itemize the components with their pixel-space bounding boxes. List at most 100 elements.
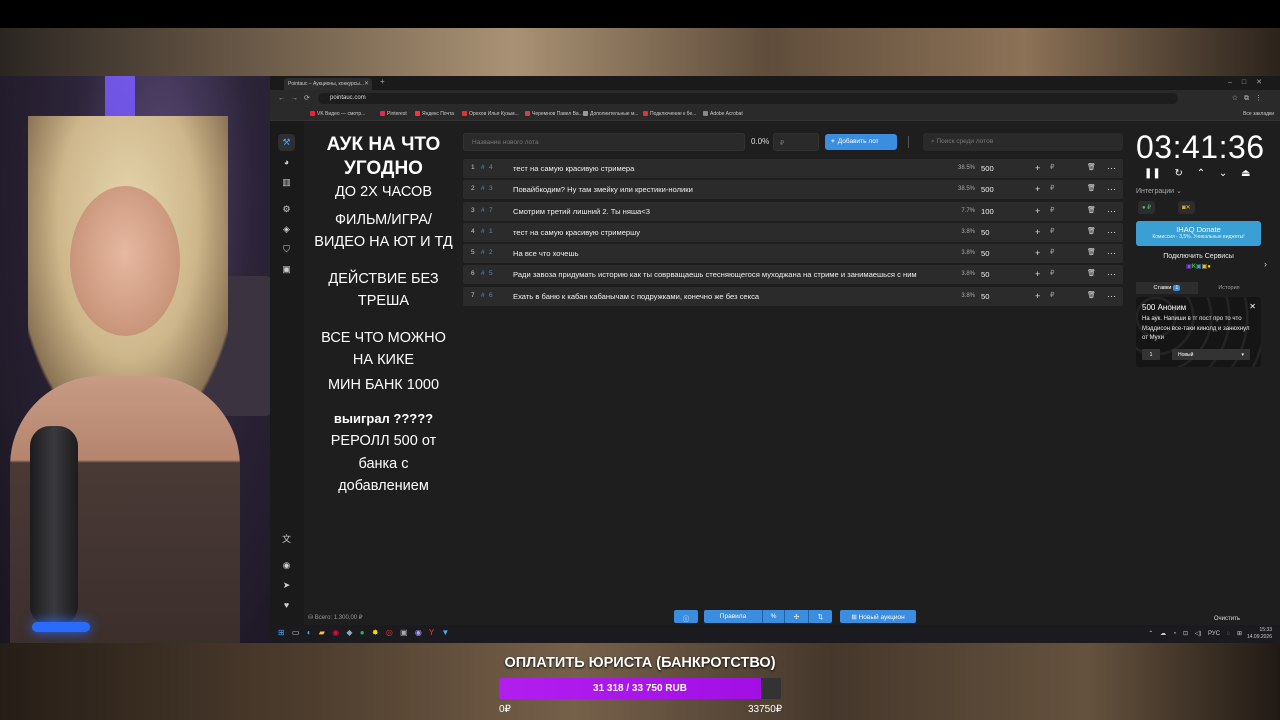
twitch-icon[interactable]: ◙✕ [1178, 201, 1195, 214]
hammer-icon[interactable]: ⚒ [278, 134, 295, 151]
lot-name[interactable]: Смотрим третий лишний 2. Ты няша<3 [513, 207, 949, 216]
new-auction-button[interactable]: ⊞ Новый аукцион [840, 610, 916, 623]
taskbar-apps[interactable]: ⊞ ▭ ◐ ▰ ◉ ◆ ● ✸ ◎ ▣ ◉ Y ▼ [278, 628, 449, 637]
more-icon[interactable]: ⋯ [1107, 227, 1116, 237]
lot-sum[interactable]: 50 [981, 292, 1011, 301]
bookmark-5[interactable]: Черемнов Павел Ва... [525, 111, 583, 117]
tab-history[interactable]: История [1198, 282, 1260, 294]
new-lot-amount[interactable]: ₽ [773, 133, 819, 151]
ruble-icon[interactable]: ₽ [1050, 248, 1054, 258]
trash-icon[interactable]: 🗑 [1087, 184, 1096, 194]
percent-icon[interactable]: % [762, 610, 784, 623]
trash-icon[interactable]: 🗑 [1087, 291, 1096, 301]
stats-icon[interactable]: ▥ [278, 174, 295, 191]
bet-qty-field[interactable]: 1 [1142, 349, 1160, 360]
nav-arrows-icon[interactable]: ←→⟳ [278, 94, 316, 102]
bookmark-1[interactable]: VK Видео — смотр... [310, 111, 365, 117]
donate-subtitle: Комиссия - 3,5%. Уникальные виджеты! [1152, 234, 1245, 240]
more-icon[interactable]: ⋯ [1107, 291, 1116, 301]
close-icon[interactable]: ✕ [364, 80, 369, 87]
lot-row[interactable]: 5 # 2 На все что хочешь 3.8% 50 + ₽ 🗑 ⋯ [463, 244, 1123, 264]
more-icon[interactable]: ⋯ [1107, 184, 1116, 194]
tab-bets[interactable]: Ставки 1 [1136, 282, 1198, 294]
more-icon[interactable]: ⋯ [1107, 206, 1116, 216]
trash-icon[interactable]: 🗑 [1087, 227, 1096, 237]
lot-sum[interactable]: 500 [981, 164, 1011, 173]
lot-row[interactable]: 7 # 6 Ехать в баню к кабан кабанычам с под… [463, 286, 1123, 306]
bookmark-2[interactable]: Pinterest [380, 111, 407, 117]
info-button[interactable]: ⓘ [674, 610, 698, 623]
bet-target-select[interactable]: Новый ▾ [1172, 349, 1250, 360]
clear-button[interactable]: Очистить [1214, 616, 1240, 622]
gear-icon[interactable]: ⚙ [278, 201, 295, 218]
bookmark-7[interactable]: Подключение к бе... [643, 111, 696, 117]
plus-icon[interactable]: + [1035, 269, 1040, 279]
browser-tab[interactable]: Pointauc – Аукционы, конкурсы... ✕ [284, 78, 372, 90]
lot-sum[interactable]: 100 [981, 207, 1011, 216]
new-tab-icon[interactable]: + [380, 77, 385, 86]
lot-name[interactable]: тест на самую красивую стримершу [513, 228, 949, 237]
add-lot-button[interactable]: + Добавить лот [825, 134, 897, 150]
new-lot-input[interactable]: Название нового лота [463, 133, 745, 151]
ruble-icon[interactable]: ₽ [1050, 227, 1054, 237]
bookmark-6[interactable]: Дополнительные м... [583, 111, 639, 117]
plus-icon[interactable]: + [1035, 291, 1040, 301]
ruble-icon[interactable]: ₽ [1050, 163, 1054, 173]
lot-row[interactable]: 2 # 3 Повайбкодим? Ну там змейку или крест… [463, 180, 1123, 200]
plus-icon[interactable]: + [1035, 206, 1040, 216]
lot-name[interactable]: Ехать в баню к кабан кабанычам с подружк… [513, 292, 949, 301]
telegram-icon[interactable]: ➤ [278, 577, 295, 594]
shield-icon[interactable]: ⛉ [278, 241, 295, 258]
plus-icon[interactable]: + [1035, 227, 1040, 237]
bookmark-3[interactable]: Яндекс Почта [415, 111, 454, 117]
lot-row[interactable]: 4 # 1 тест на самую красивую стримершу 3.8%… [463, 222, 1123, 242]
ruble-icon[interactable]: ₽ [1050, 184, 1054, 194]
lot-name[interactable]: тест на самую красивую стримера [513, 164, 949, 173]
connect-services[interactable]: Подключить Сервисы ▣K▣▣● › [1136, 253, 1267, 275]
all-bookmarks[interactable]: Все закладки [1243, 111, 1274, 117]
integrations-toggle[interactable]: Интеграции ⌄ [1136, 187, 1182, 195]
plus-icon[interactable]: + [1035, 184, 1040, 194]
ruble-icon[interactable]: ₽ [1050, 291, 1054, 301]
lot-name[interactable]: Ради завоза придумать историю как ты сов… [513, 270, 949, 279]
window-controls[interactable]: –□✕ [1228, 78, 1272, 86]
sort-icon[interactable]: ⇅ [808, 610, 832, 623]
trash-icon[interactable]: 🗑 [1087, 269, 1096, 279]
trash-icon[interactable]: 🗑 [1087, 248, 1096, 258]
bookmark-8[interactable]: Adobe Acrobat [703, 111, 743, 117]
more-icon[interactable]: ⋯ [1107, 269, 1116, 279]
url-field[interactable]: pointauc.com [318, 93, 1178, 104]
gallery-icon[interactable]: ▣ [278, 261, 295, 278]
close-icon[interactable]: ✕ [1249, 302, 1256, 311]
lot-row[interactable]: 3 # 7 Смотрим третий лишний 2. Ты няша<3 7.… [463, 201, 1123, 221]
lot-sum[interactable]: 50 [981, 270, 1011, 279]
donationalerts-icon[interactable]: ● ₽ [1138, 201, 1156, 214]
trash-icon[interactable]: 🗑 [1087, 163, 1096, 173]
extensions-icon[interactable]: ☆⧉⋮ [1232, 94, 1268, 103]
more-icon[interactable]: ⋯ [1107, 248, 1116, 258]
lot-search-input[interactable]: ⌕ Поиск среди лотов [923, 133, 1123, 151]
lot-name[interactable]: На все что хочешь [513, 249, 949, 258]
lot-row[interactable]: 6 # 5 Ради завоза придумать историю как ты… [463, 265, 1123, 285]
lot-sum[interactable]: 500 [981, 185, 1011, 194]
ihaq-donate-banner[interactable]: IHAQ Donate Комиссия - 3,5%. Уникальные … [1136, 221, 1261, 246]
trash-icon[interactable]: 🗑 [1087, 206, 1096, 216]
shuffle-icon[interactable]: ✣ [784, 610, 808, 623]
lot-sum[interactable]: 50 [981, 228, 1011, 237]
timer-controls[interactable]: ❚❚ ↻ ⌃ ⌄ ⏏ [1144, 168, 1250, 179]
github-icon[interactable]: ◉ [278, 557, 295, 574]
more-icon[interactable]: ⋯ [1107, 163, 1116, 173]
lot-row[interactable]: 1 # 4 тест на самую красивую стримера 38.5%… [463, 159, 1123, 178]
bookmark-4[interactable]: Орехов Илья Кузьм... [462, 111, 519, 117]
lot-sum[interactable]: 50 [981, 249, 1011, 258]
wheel-icon[interactable]: ◕ [278, 154, 295, 171]
lot-name[interactable]: Повайбкодим? Ну там змейку или крестики-… [513, 185, 949, 194]
rules-button[interactable]: Правила [704, 610, 762, 623]
plus-icon[interactable]: + [1035, 248, 1040, 258]
translate-icon[interactable]: 文 [278, 531, 295, 548]
layers-icon[interactable]: ◈ [278, 221, 295, 238]
rules-line: НА КИКЕ [352, 352, 415, 368]
ruble-icon[interactable]: ₽ [1050, 206, 1054, 216]
plus-icon[interactable]: + [1035, 163, 1040, 173]
ruble-icon[interactable]: ₽ [1050, 269, 1054, 279]
